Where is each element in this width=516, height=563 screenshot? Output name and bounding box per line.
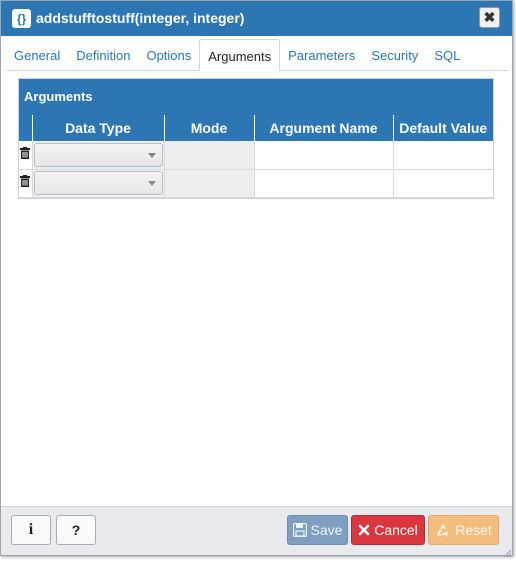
column-header-argument-name[interactable]: Argument Name	[253, 115, 393, 141]
save-label: Save	[310, 522, 343, 538]
reset-label: Reset	[455, 522, 492, 538]
close-button[interactable]: ✖	[479, 7, 500, 28]
cancel-label: Cancel	[374, 522, 418, 538]
default-value-cell[interactable]	[392, 169, 493, 198]
data-type-cell	[31, 169, 164, 198]
mode-cell[interactable]	[163, 141, 254, 170]
info-button[interactable]: i	[11, 515, 51, 545]
argument-name-cell[interactable]	[253, 141, 393, 170]
tab-sql[interactable]: SQL	[426, 39, 468, 70]
tab-bar: General Definition Options Arguments Par…	[6, 39, 508, 71]
tab-general[interactable]: General	[6, 39, 68, 70]
argument-name-cell[interactable]	[253, 169, 393, 198]
function-icon: {}	[12, 9, 31, 28]
dialog-titlebar[interactable]: {} addstufftostuff(integer, integer) ✖	[1, 1, 512, 36]
svg-text:{}: {}	[17, 12, 27, 26]
default-value-cell[interactable]	[392, 141, 493, 170]
column-header-default-value[interactable]: Default Value	[392, 115, 493, 141]
floppy-disk-icon	[292, 523, 307, 537]
column-header-data-type[interactable]: Data Type	[31, 115, 164, 141]
tab-options[interactable]: Options	[138, 39, 199, 70]
table-header-row: Data Type Mode Argument Name Default Val…	[19, 115, 493, 141]
resize-handle-icon[interactable]	[502, 545, 512, 558]
tab-security[interactable]: Security	[363, 39, 426, 70]
close-icon: ✖	[483, 9, 496, 25]
data-type-cell	[31, 141, 164, 170]
grid-title: Arguments	[19, 79, 493, 115]
table-row	[19, 169, 493, 198]
info-icon: i	[28, 521, 34, 538]
chevron-down-icon	[147, 152, 156, 158]
chevron-down-icon	[147, 181, 156, 186]
tab-parameters[interactable]: Parameters	[280, 39, 363, 70]
column-header-actions	[19, 115, 32, 141]
help-button[interactable]: ?	[56, 515, 96, 545]
help-icon: ?	[71, 522, 81, 538]
tab-arguments[interactable]: Arguments	[199, 39, 281, 71]
arguments-table: Data Type Mode Argument Name Default Val…	[19, 115, 493, 198]
tab-definition[interactable]: Definition	[68, 39, 138, 70]
trash-icon[interactable]	[20, 146, 31, 159]
arguments-grid: Arguments Data Type Mode Argument Name D…	[18, 78, 494, 199]
row-actions-cell	[19, 141, 32, 170]
save-button[interactable]: Save	[287, 515, 348, 545]
x-icon	[358, 524, 370, 536]
recycle-icon	[435, 522, 451, 538]
row-actions-cell	[19, 169, 32, 198]
table-row	[19, 141, 493, 170]
reset-button[interactable]: Reset	[428, 515, 499, 545]
data-type-select[interactable]	[33, 142, 163, 167]
data-type-select[interactable]	[33, 171, 163, 195]
tab-content: Arguments Data Type Mode Argument Name D…	[6, 71, 508, 505]
column-header-mode[interactable]: Mode	[163, 115, 254, 141]
dialog-title: addstufftostuff(integer, integer)	[36, 10, 245, 26]
mode-cell[interactable]	[163, 169, 254, 198]
cancel-button[interactable]: Cancel	[351, 515, 425, 545]
dialog-footer: i ? Save Cancel Reset	[1, 506, 512, 558]
trash-icon[interactable]	[20, 174, 31, 187]
function-dialog: {} addstufftostuff(integer, integer) ✖ G…	[0, 0, 513, 558]
